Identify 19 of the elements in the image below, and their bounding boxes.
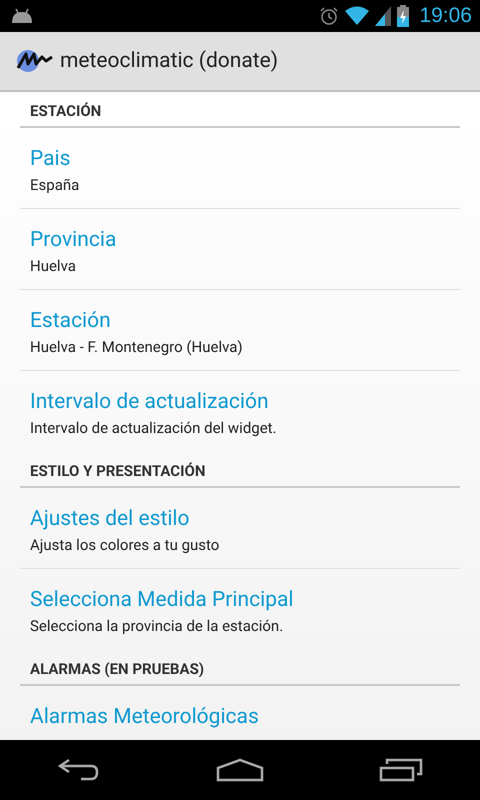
recent-apps-icon[interactable] (378, 758, 423, 782)
preference-item[interactable]: Provincia Huelva (20, 209, 460, 290)
signal-icon (375, 6, 392, 26)
android-icon (10, 8, 34, 24)
home-icon[interactable] (216, 758, 264, 782)
category-header: ESTILO Y PRESENTACIÓN (29, 461, 206, 480)
category-header: ALARMAS (EN PRUEBAS) (29, 659, 206, 678)
alarm-clock-icon (319, 6, 340, 26)
clock-time: 19:06 (419, 4, 472, 28)
wifi-icon (345, 6, 370, 26)
preference-item[interactable]: Estación Huelva - F. Montenegro (Huelva) (20, 290, 460, 371)
preference-item[interactable]: Selecciona Medida Principal Selecciona la provincia de la estación. (20, 569, 460, 650)
category-header: ESTACIÓN (29, 101, 102, 120)
app-logo-icon[interactable] (16, 48, 54, 74)
app-title: meteoclimatic (donate) (60, 49, 278, 73)
preference-item[interactable]: Intervalo de actualización Intervalo de actualización del widget. (20, 371, 460, 452)
preference-item[interactable]: Pais España (20, 128, 460, 209)
battery-icon (397, 5, 410, 27)
preference-item[interactable]: Ajustes del estilo Ajusta los colores a tu gusto (20, 488, 460, 569)
